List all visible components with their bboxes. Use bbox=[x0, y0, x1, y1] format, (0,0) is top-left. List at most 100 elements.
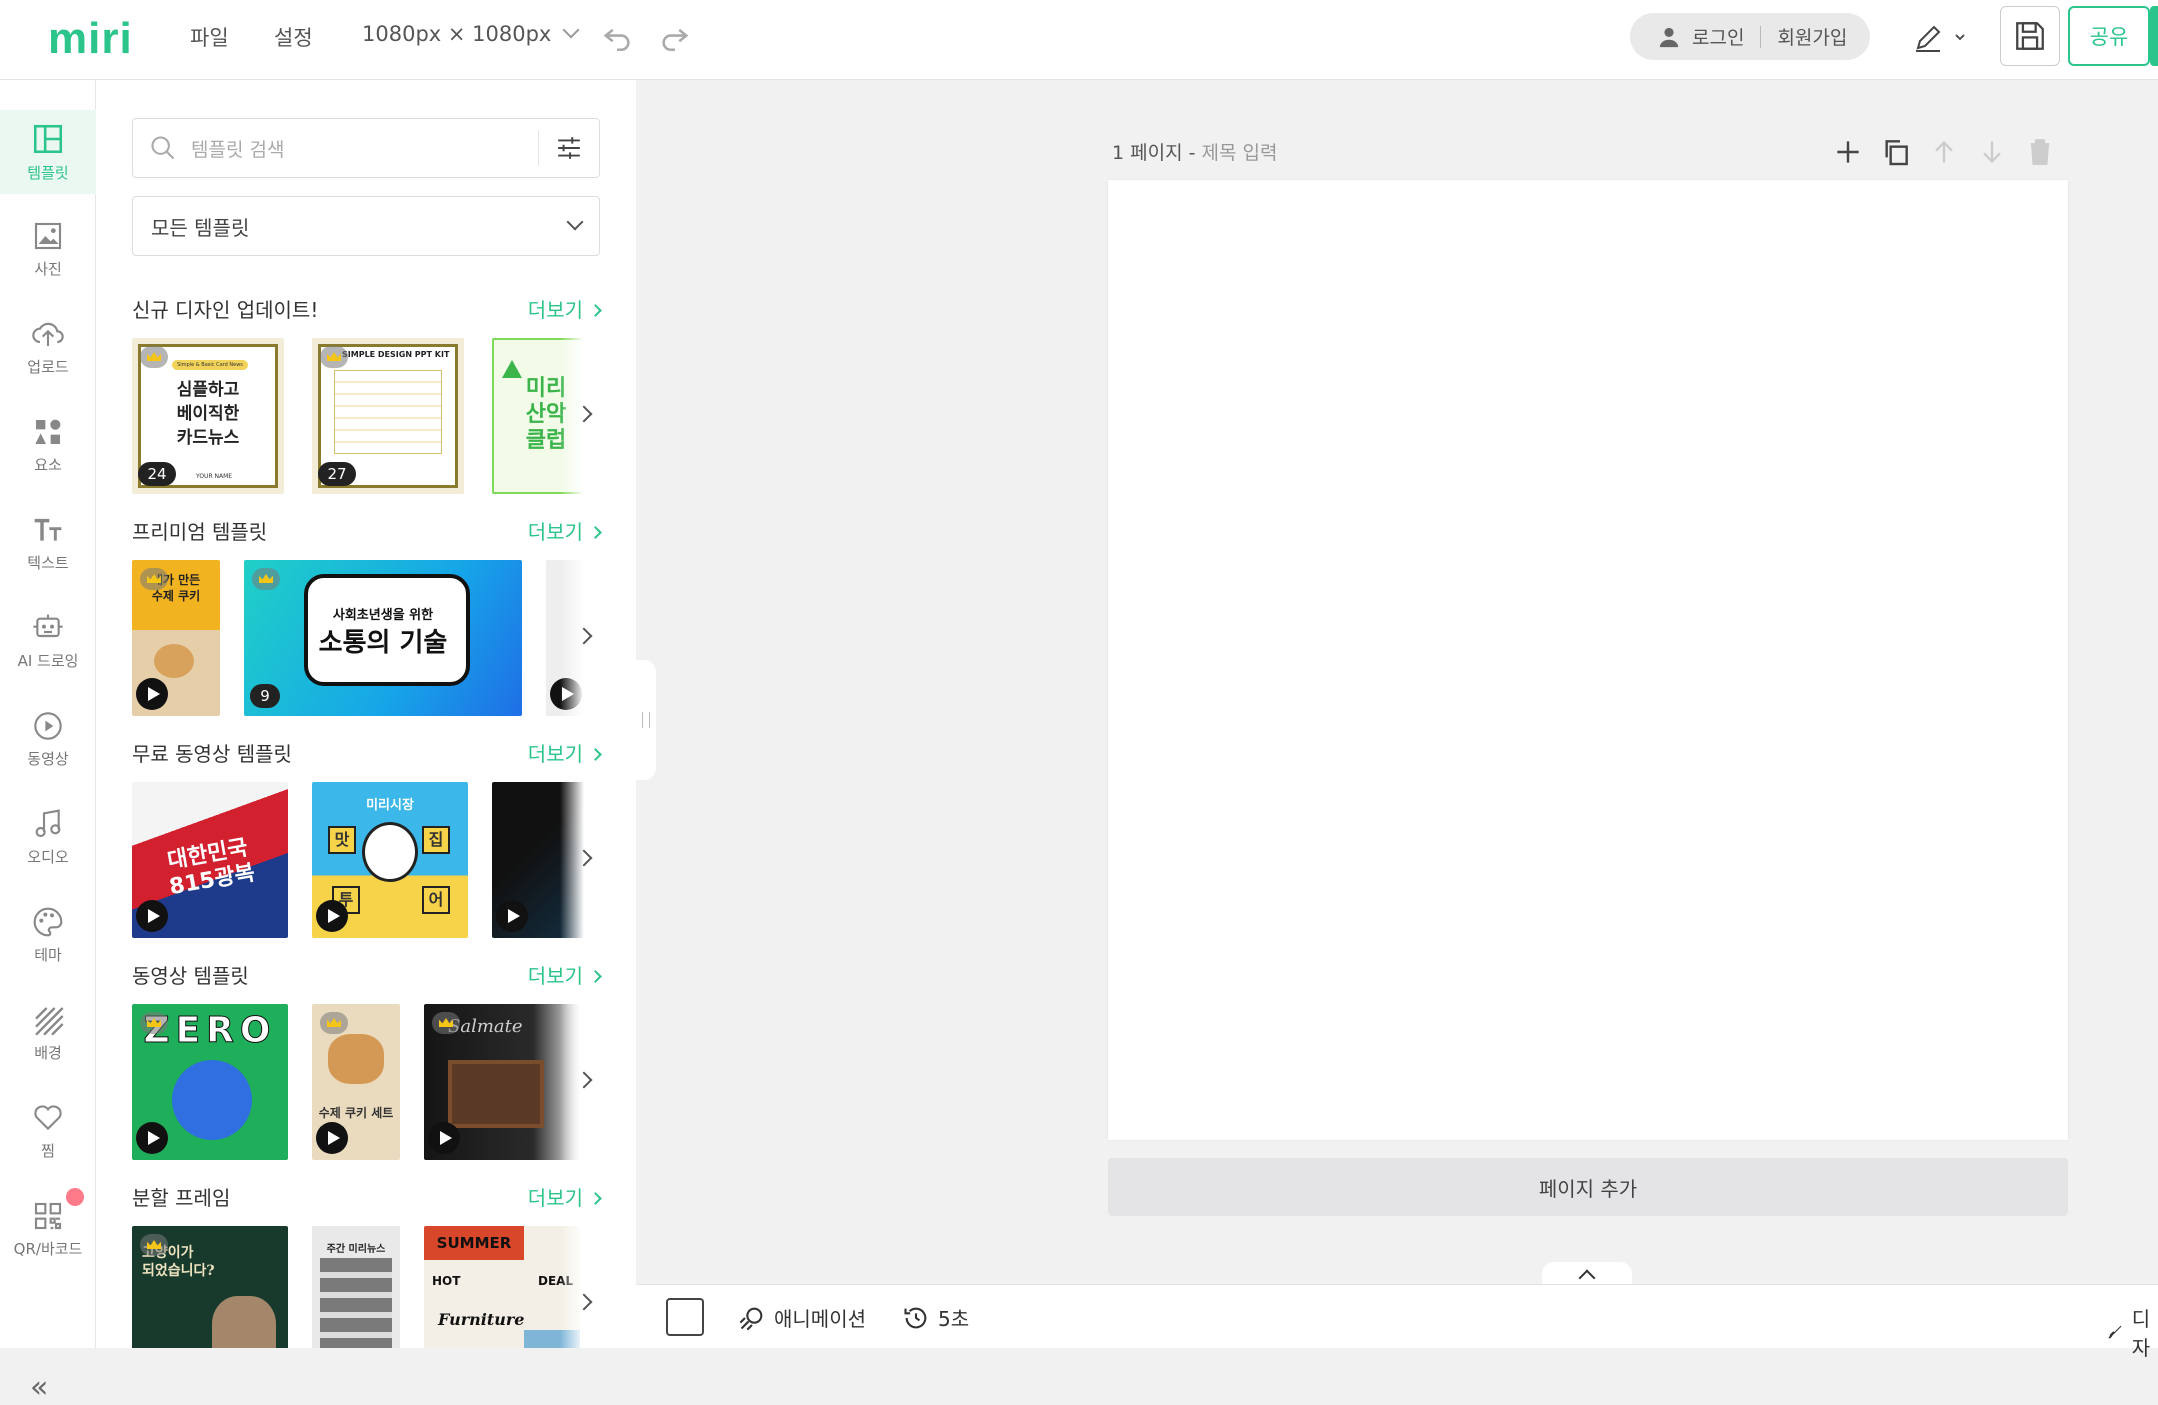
move-down-icon[interactable] bbox=[1976, 136, 2008, 168]
template-thumb-communication[interactable]: 사회초년생을 위한 소통의 기술 9 bbox=[244, 560, 522, 716]
template-thumb-summer[interactable]: SUMMER HOT DEAL Furniture bbox=[424, 1226, 580, 1348]
miri-logo[interactable]: miri bbox=[48, 14, 133, 64]
cat-shape bbox=[212, 1296, 276, 1348]
duration-button[interactable]: 5초 bbox=[902, 1303, 969, 1332]
thumb-title: SUMMER bbox=[424, 1226, 524, 1260]
thumb-title: SIMPLE DESIGN PPT KIT bbox=[342, 350, 450, 359]
filter-button[interactable] bbox=[539, 118, 599, 178]
design-label: 디자 bbox=[2131, 1307, 2151, 1360]
template-search[interactable]: 템플릿 검색 bbox=[132, 118, 600, 178]
template-filter-dropdown[interactable]: 모든 템플릿 bbox=[132, 196, 600, 256]
rail-item-favorites[interactable]: 찜 bbox=[0, 1090, 96, 1174]
undo-icon[interactable] bbox=[600, 20, 634, 54]
audio-icon bbox=[35, 809, 61, 838]
section-split-frame: 분할 프레임 더보기 고양이가 되었습니다? 주간 미리뉴스 SUMMER HO… bbox=[132, 1182, 602, 1348]
scroll-right-button[interactable] bbox=[560, 1004, 600, 1160]
more-label: 더보기 bbox=[527, 742, 583, 766]
more-link[interactable]: 더보기 bbox=[528, 294, 602, 323]
auth-pill: 로그인 회원가입 bbox=[1630, 13, 1870, 60]
rail-item-upload[interactable]: 업로드 bbox=[0, 306, 96, 390]
rail-item-photo[interactable]: 사진 bbox=[0, 208, 96, 292]
upload-icon bbox=[32, 322, 64, 346]
duplicate-page-icon[interactable] bbox=[1880, 136, 1912, 168]
chevron-right-icon bbox=[589, 304, 602, 317]
play-icon bbox=[136, 1122, 168, 1154]
canvas-size-select[interactable]: 1080px × 1080px bbox=[362, 21, 580, 46]
more-link[interactable]: 더보기 bbox=[528, 516, 602, 545]
panel-resize-handle[interactable] bbox=[636, 660, 656, 780]
login-link[interactable]: 로그인 bbox=[1692, 23, 1744, 50]
file-menu[interactable]: 파일 bbox=[190, 22, 229, 52]
move-up-icon[interactable] bbox=[1928, 136, 1960, 168]
template-thumb-newspaper[interactable]: 주간 미리뉴스 bbox=[312, 1226, 400, 1348]
page-title-input[interactable]: 제목 입력 bbox=[1202, 142, 1278, 164]
template-thumb-retro-tv[interactable]: Salmate bbox=[424, 1004, 580, 1160]
more-link[interactable]: 더보기 bbox=[527, 738, 602, 767]
rail-item-elements[interactable]: 요소 bbox=[0, 404, 96, 488]
page-count-badge: 9 bbox=[250, 684, 280, 708]
settings-menu[interactable]: 설정 bbox=[274, 22, 313, 52]
thumb-content bbox=[334, 370, 442, 454]
collapse-rail-button[interactable]: « bbox=[30, 1370, 48, 1405]
globe-shape bbox=[172, 1060, 252, 1140]
page-thumbnail[interactable] bbox=[666, 1298, 704, 1336]
rail-item-template[interactable]: 템플릿 bbox=[0, 110, 96, 194]
crown-icon bbox=[140, 1012, 168, 1034]
crown-icon bbox=[320, 346, 348, 368]
thumb-word: 집 bbox=[422, 826, 450, 854]
rail-label: 테마 bbox=[34, 946, 62, 964]
rail-label: 요소 bbox=[34, 456, 62, 474]
rail-label: 오디오 bbox=[27, 848, 69, 866]
heart-icon bbox=[34, 1105, 62, 1131]
tv-shape bbox=[448, 1060, 544, 1128]
search-input[interactable]: 템플릿 검색 bbox=[191, 135, 538, 162]
animation-button[interactable]: 애니메이션 bbox=[738, 1303, 866, 1332]
play-icon bbox=[136, 900, 168, 932]
rail-item-video[interactable]: 동영상 bbox=[0, 698, 96, 782]
share-button[interactable]: 공유 bbox=[2068, 6, 2150, 66]
download-button-edge[interactable] bbox=[2150, 6, 2158, 66]
expand-timeline-button[interactable] bbox=[1542, 1262, 1632, 1286]
add-page-icon[interactable] bbox=[1832, 136, 1864, 168]
divider bbox=[1760, 25, 1762, 48]
scroll-right-button[interactable] bbox=[560, 560, 600, 716]
edit-mode-dropdown[interactable] bbox=[1910, 20, 1970, 56]
thumb-row: 내가 만든 수제 쿠키 사회초년생을 위한 소통의 기술 9 bbox=[132, 560, 600, 716]
scroll-right-button[interactable] bbox=[560, 338, 600, 494]
rail-item-text[interactable]: 텍스트 bbox=[0, 502, 96, 586]
more-link[interactable]: 더보기 bbox=[528, 1182, 602, 1211]
more-link[interactable]: 더보기 bbox=[528, 960, 602, 989]
palette-icon bbox=[33, 907, 63, 937]
scroll-right-button[interactable] bbox=[560, 1226, 600, 1348]
add-page-button[interactable]: 페이지 추가 bbox=[1108, 1158, 2068, 1216]
signup-link[interactable]: 회원가입 bbox=[1777, 23, 1847, 50]
template-thumb-market-tour[interactable]: 미리시장 맛 집 투 어 bbox=[312, 782, 468, 938]
template-thumb-liberation-day[interactable]: 대한민국 815광복 bbox=[132, 782, 288, 938]
template-thumb-ppt-kit[interactable]: SIMPLE DESIGN PPT KIT 27 bbox=[312, 338, 464, 494]
section-premium: 프리미엄 템플릿 더보기 내가 만든 수제 쿠키 사회초년생을 위한 소통의 기… bbox=[132, 516, 602, 716]
scroll-right-button[interactable] bbox=[560, 782, 600, 938]
sliders-icon bbox=[558, 137, 580, 159]
rail-item-theme[interactable]: 테마 bbox=[0, 894, 96, 978]
save-button[interactable] bbox=[2000, 6, 2060, 66]
rail-label: QR/바코드 bbox=[13, 1240, 83, 1258]
crown-icon bbox=[140, 346, 168, 368]
thumb-name: YOUR NAME bbox=[196, 473, 233, 480]
design-canvas[interactable] bbox=[1108, 180, 2068, 1140]
thumb-row: 대한민국 815광복 미리시장 맛 집 투 어 bbox=[132, 782, 600, 938]
template-thumb-zero[interactable]: ZERO bbox=[132, 1004, 288, 1160]
delete-page-icon[interactable] bbox=[2024, 136, 2056, 168]
template-thumb-cat[interactable]: 고양이가 되었습니다? bbox=[132, 1226, 288, 1348]
template-thumb-cookie[interactable]: 내가 만든 수제 쿠키 bbox=[132, 560, 220, 716]
template-thumb-cookie-set[interactable]: 수제 쿠키 세트 bbox=[312, 1004, 400, 1160]
template-thumb-card-news[interactable]: Simple & Basic Card News 심플하고 베이직한 카드뉴스 … bbox=[132, 338, 284, 494]
chevron-right-icon bbox=[589, 1192, 602, 1205]
bear-shape bbox=[362, 822, 418, 882]
redo-icon[interactable] bbox=[658, 20, 692, 54]
thumb-row: ZERO 수제 쿠키 세트 Salmate bbox=[132, 1004, 600, 1160]
rail-item-background[interactable]: 배경 bbox=[0, 992, 96, 1076]
design-mode-button[interactable]: 디자 bbox=[2108, 1303, 2158, 1361]
rail-item-audio[interactable]: 오디오 bbox=[0, 796, 96, 880]
page-header: 1 페이지 - 제목 입력 bbox=[1112, 142, 1278, 164]
rail-item-ai-drawing[interactable]: AI 드로잉 bbox=[0, 600, 96, 684]
